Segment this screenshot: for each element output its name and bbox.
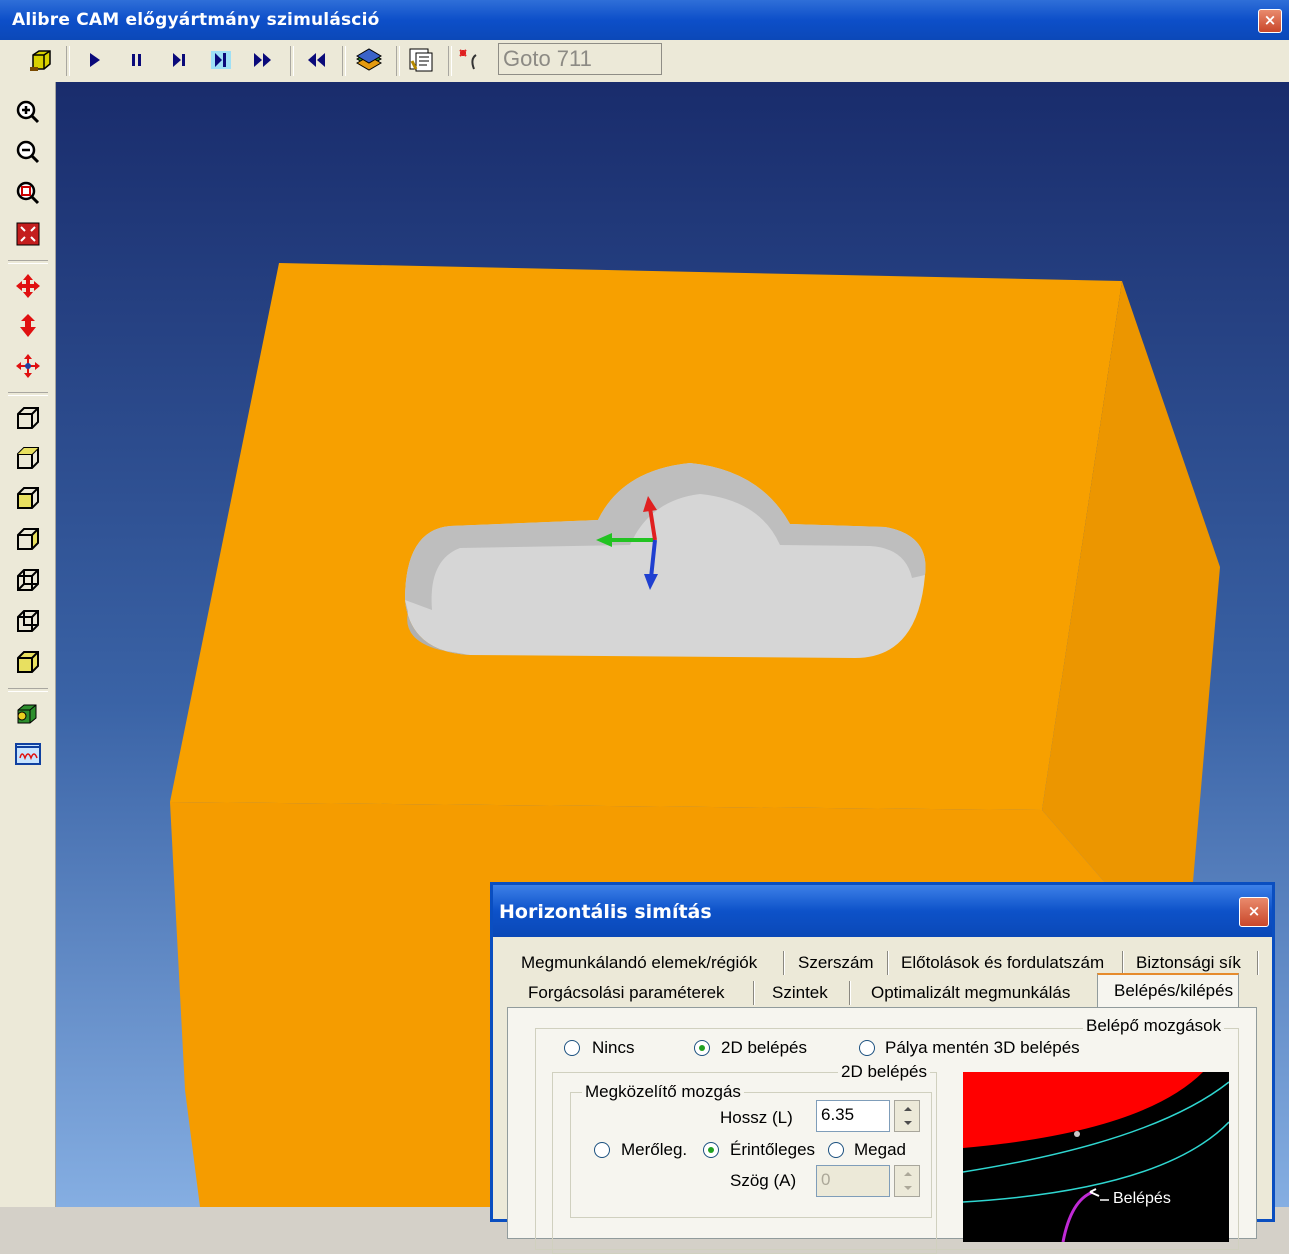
horizontal-finishing-dialog: Horizontális simítás × Megmunkálandó ele…: [490, 882, 1275, 1254]
rotate-icon[interactable]: [12, 310, 44, 342]
toolbar-separator: [342, 46, 346, 76]
window-titlebar: Alibre CAM előgyártmány szimulásció ×: [0, 0, 1289, 40]
zoom-window-icon[interactable]: [12, 177, 44, 209]
tab-entry-exit-label: Belépés/kilépés: [1114, 981, 1234, 1000]
pan-icon[interactable]: [12, 270, 44, 302]
entry-preview: Belépés: [963, 1072, 1229, 1242]
tab-optimized-machining[interactable]: Optimalizált megmunkálás: [871, 983, 1070, 1003]
pause-icon[interactable]: [122, 46, 152, 74]
approach-movement-label: Megközelítő mozgás: [582, 1082, 744, 1102]
dialog-titlebar: Horizontális simítás ×: [493, 885, 1272, 937]
sidebar-separator: [8, 688, 48, 692]
entry-exit-panel: Belépő mozgások Nincs 2D belépés Pálya m…: [507, 1007, 1257, 1254]
fast-forward-icon[interactable]: [248, 46, 278, 74]
properties-icon[interactable]: [406, 46, 436, 74]
move-icon[interactable]: [12, 350, 44, 382]
tab-separator: [753, 981, 755, 1005]
zoom-in-icon[interactable]: [12, 96, 44, 128]
goto-field[interactable]: Goto 711: [498, 43, 662, 75]
tab-tool[interactable]: Szerszám: [798, 953, 874, 973]
entry-2d-radio[interactable]: [694, 1040, 710, 1056]
tab-safety-plane[interactable]: Biztonsági sík: [1136, 953, 1241, 973]
sidebar-separator: [8, 392, 48, 396]
tab-elements-regions[interactable]: Megmunkálandó elemek/régiók: [521, 953, 757, 973]
window-close-button[interactable]: ×: [1258, 9, 1282, 33]
toolbar-separator: [66, 46, 70, 76]
dialog-title: Horizontális simítás: [499, 901, 712, 923]
view-right-icon[interactable]: [12, 523, 44, 555]
view-top-icon[interactable]: [12, 442, 44, 474]
view-iso-icon[interactable]: [12, 402, 44, 434]
view-left-icon[interactable]: [12, 564, 44, 596]
sidebar-separator: [8, 260, 48, 264]
toolpath-view-icon[interactable]: [12, 738, 44, 770]
preview-point: [1074, 1131, 1080, 1137]
toolbar-separator: [448, 46, 452, 76]
play-icon[interactable]: [80, 46, 110, 74]
entry-3d-path-label: Pálya mentén 3D belépés: [885, 1038, 1080, 1057]
step-to-icon[interactable]: [206, 46, 236, 74]
tab-separator: [887, 951, 889, 975]
tab-cutting-parameters[interactable]: Forgácsolási paraméterek: [528, 983, 725, 1003]
entry-none-radio[interactable]: [564, 1040, 580, 1056]
render-icon[interactable]: [12, 697, 44, 729]
angle-label: Szög (A): [730, 1171, 797, 1190]
tab-separator: [849, 981, 851, 1005]
approach-custom-label: Megad: [854, 1140, 906, 1159]
angle-spinner[interactable]: [894, 1165, 920, 1197]
tab-separator: [783, 951, 785, 975]
step-icon[interactable]: [164, 46, 194, 74]
goto-marker-icon[interactable]: [456, 46, 486, 74]
approach-custom-radio[interactable]: [828, 1142, 844, 1158]
toolbar-separator: [396, 46, 400, 76]
layers-icon[interactable]: [354, 46, 384, 74]
tab-levels[interactable]: Szintek: [772, 983, 828, 1003]
view-solid-icon[interactable]: [12, 646, 44, 678]
angle-input[interactable]: 0: [816, 1165, 890, 1197]
dialog-close-button[interactable]: ×: [1239, 897, 1269, 927]
zoom-fit-icon[interactable]: [12, 218, 44, 250]
window-title: Alibre CAM előgyártmány szimulásció: [12, 10, 380, 30]
tab-separator: [1122, 951, 1124, 975]
view-back-icon[interactable]: [12, 605, 44, 637]
length-input[interactable]: 6.35: [816, 1100, 890, 1132]
preview-material-region: [963, 1072, 1203, 1148]
approach-perpendicular-radio[interactable]: [594, 1142, 610, 1158]
view-front-icon[interactable]: [12, 482, 44, 514]
rewind-icon[interactable]: [302, 46, 332, 74]
tab-feeds-speeds[interactable]: Előtolások és fordulatszám: [901, 953, 1104, 973]
approach-tangent-label: Érintőleges: [730, 1140, 816, 1159]
approach-perpendicular-label: Merőleg.: [621, 1140, 688, 1159]
toolbar-separator: [290, 46, 294, 76]
length-label: Hossz (L): [720, 1108, 793, 1127]
preview-entry-label: Belépés: [1113, 1190, 1171, 1207]
entry-none-label: Nincs: [592, 1038, 635, 1057]
tab-separator: [1257, 951, 1259, 975]
view-sidebar: [0, 82, 56, 1207]
entry-3d-path-radio[interactable]: [859, 1040, 875, 1056]
approach-tangent-radio[interactable]: [703, 1142, 719, 1158]
zoom-out-icon[interactable]: [12, 136, 44, 168]
length-spinner[interactable]: [894, 1100, 920, 1132]
preview-entry-arc: [1061, 1190, 1094, 1242]
entry-movements-label: Belépő mozgások: [1083, 1016, 1225, 1036]
entry-2d-label: 2D belépés: [721, 1038, 808, 1057]
tab-entry-exit-active[interactable]: Belépés/kilépés: [1097, 973, 1239, 1009]
entry-2d-group-label: 2D belépés: [838, 1062, 931, 1082]
stock-box-icon[interactable]: [26, 46, 56, 74]
